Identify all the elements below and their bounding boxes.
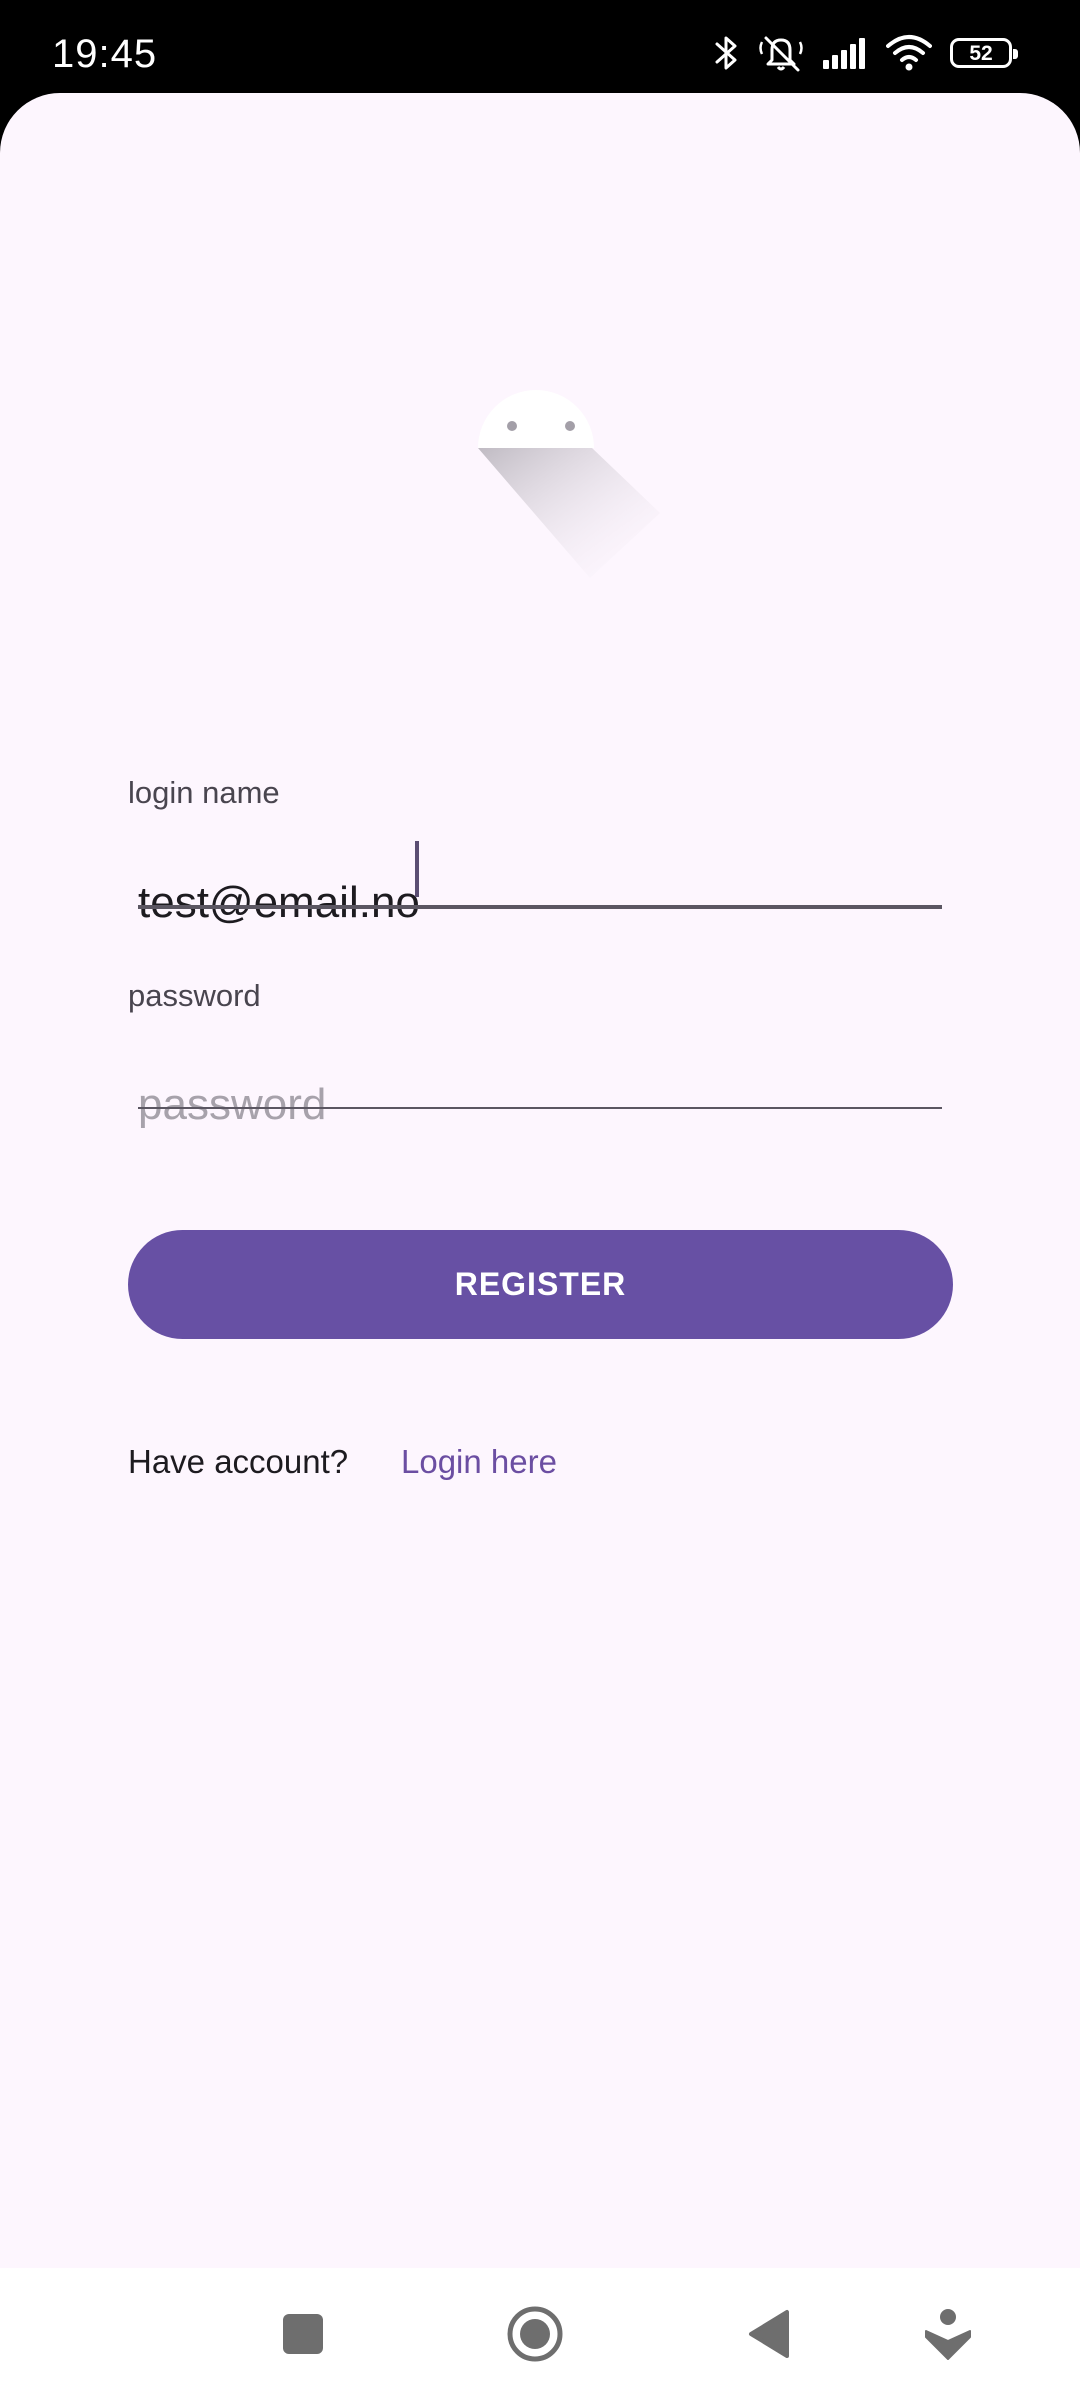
status-icons: 52 xyxy=(714,30,1018,76)
register-screen: login name password REGISTER Have accoun… xyxy=(0,93,1080,2268)
battery-icon: 52 xyxy=(950,38,1018,68)
login-name-label: login name xyxy=(128,775,280,810)
have-account-text: Have account? xyxy=(128,1443,349,1480)
password-underline xyxy=(138,1107,942,1109)
status-time: 19:45 xyxy=(52,32,158,76)
circle-icon xyxy=(507,2306,563,2362)
cellular-signal-icon xyxy=(822,36,868,70)
silent-mode-icon xyxy=(758,32,804,74)
login-name-underline xyxy=(138,905,942,909)
text-cursor xyxy=(415,841,419,897)
battery-level: 52 xyxy=(969,41,993,65)
status-bar: 19:45 52 xyxy=(0,0,1080,95)
wifi-icon xyxy=(886,34,932,72)
back-button[interactable] xyxy=(733,2298,805,2370)
back-triangle-icon xyxy=(749,2310,789,2358)
home-button[interactable] xyxy=(499,2298,571,2370)
login-here-link[interactable]: Login here xyxy=(401,1443,557,1481)
password-label: password xyxy=(128,978,261,1013)
recents-button[interactable] xyxy=(267,2298,339,2370)
square-icon xyxy=(283,2314,323,2354)
android-logo-icon xyxy=(478,390,660,578)
navigation-bar xyxy=(0,2268,1080,2400)
register-button[interactable]: REGISTER xyxy=(128,1230,953,1339)
bluetooth-icon xyxy=(714,34,740,72)
login-name-input[interactable] xyxy=(138,866,942,940)
assistant-button[interactable] xyxy=(912,2298,984,2370)
password-input[interactable] xyxy=(138,1068,942,1142)
phone-screen: 19:45 52 login name test@email.no passwo… xyxy=(0,0,1080,2400)
assistant-icon xyxy=(925,2309,971,2360)
